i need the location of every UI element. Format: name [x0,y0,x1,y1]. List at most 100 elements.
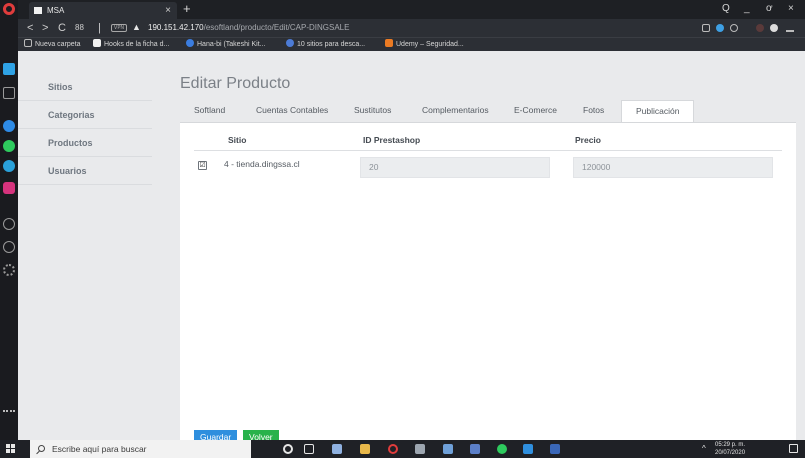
tab-publicacion[interactable]: Publicación [621,100,695,122]
close-window-button[interactable]: × [788,0,794,18]
home-icon[interactable] [3,87,15,99]
site-name: 4 - tienda.dingssa.cl [224,159,300,169]
bookmark-label: 10 sitios para desca... [297,41,366,48]
price-field[interactable]: 120000 [573,157,773,178]
clock-time: 05:29 p. m. [715,442,746,448]
search-placeholder: Escribe aquí para buscar [52,444,147,454]
back-button[interactable]: < [27,19,33,37]
speed-dial-button[interactable]: 88 [75,19,84,37]
bookmark-hooks[interactable]: Hooks de la ficha d... [93,38,169,51]
messenger-icon[interactable] [3,120,15,132]
reload-button[interactable]: C [58,19,66,37]
windows-start-icon[interactable] [6,444,16,454]
udemy-icon [385,39,393,47]
tab-title: MSA [47,6,65,15]
instagram-icon[interactable] [3,182,15,194]
sidebar-item-categorias[interactable]: Categorias [18,101,152,129]
tab-close-icon[interactable]: × [165,2,171,19]
windows-taskbar: Escribe aquí para buscar ^ 05:29 p. m. 2… [0,440,805,458]
nav-separator: | [98,22,101,34]
bookmark-v-icon [93,39,101,47]
site-checkbox[interactable]: ☑ [198,161,207,170]
bookmark-10-sitios[interactable]: 10 sitios para desca... [286,38,365,51]
publication-panel: Sitio ID Prestashop Precio ☑ 4 - tienda.… [180,122,796,444]
network-app-icon[interactable] [443,444,453,454]
app-icon[interactable] [415,444,425,454]
search-tabs-icon[interactable]: Q [722,0,730,18]
taskbar-search-input[interactable]: Escribe aquí para buscar [30,440,251,458]
folder-icon [24,39,32,47]
bookmarks-bar: Nueva carpeta Hooks de la ficha d... Han… [18,37,805,51]
url-path: /esoftland/producto/Edit/CAP-DINGSALE [203,23,350,32]
telegram-icon[interactable] [3,160,15,172]
extension-icon[interactable] [756,24,764,32]
task-view-icon[interactable] [304,444,314,454]
notifications-icon[interactable] [789,444,798,453]
new-tab-button[interactable]: + [183,0,191,18]
product-tabs: Softland Cuentas Contables Sustitutos Co… [180,100,724,122]
shield-icon[interactable] [716,24,724,32]
security-warning-icon[interactable]: ▲ [132,22,141,32]
column-header-sitio: Sitio [228,135,247,145]
column-header-id-prestashop: ID Prestashop [363,135,421,145]
opera-taskbar-icon[interactable] [388,444,398,454]
bookmark-udemy[interactable]: Udemy – Seguridad... [385,38,464,51]
bookmark-label: Hooks de la ficha d... [104,41,170,48]
more-icon[interactable] [3,410,15,414]
taskbar-clock[interactable]: 05:29 p. m. 20/07/2020 [715,441,745,457]
snapshot-icon[interactable] [702,24,710,32]
url-input[interactable]: 190.151.42.170/esoftland/producto/Edit/C… [148,19,349,37]
tab-favicon-icon [34,7,42,14]
header-divider [194,150,782,151]
history-icon[interactable] [3,241,15,253]
wallet-icon[interactable] [770,24,778,32]
clock-date: 20/07/2020 [715,450,746,456]
whatsapp-icon[interactable] [3,140,15,152]
speed-dial-icon[interactable] [3,63,15,75]
heart-outline-icon[interactable] [730,24,738,32]
hana-bi-icon [186,39,194,47]
opera-sidebar [0,0,18,440]
browser-titlebar: MSA × + Q _ ơ × [18,0,805,19]
bookmark-label: Nueva carpeta [35,41,81,48]
bookmark-label: Udemy – Seguridad... [396,41,464,48]
maximize-button[interactable]: ơ [766,0,773,18]
gamepad-icon [286,39,294,47]
sidebar-item-usuarios[interactable]: Usuarios [18,157,152,185]
teams-icon[interactable] [470,444,480,454]
tab-cuentas-contables[interactable]: Cuentas Contables [256,100,328,122]
tab-e-comerce[interactable]: E-Comerce [514,100,557,122]
search-icon [38,445,45,452]
heart-icon[interactable] [3,218,15,230]
tray-caret-icon[interactable]: ^ [702,444,706,453]
tab-sustitutos[interactable]: Sustitutos [354,100,391,122]
opera-logo-icon[interactable] [3,3,15,15]
settings-icon[interactable] [3,264,15,276]
paint-icon[interactable] [332,444,342,454]
vpn-badge[interactable]: VPN [111,24,127,32]
tab-fotos[interactable]: Fotos [583,100,604,122]
minimize-button[interactable]: _ [744,0,750,18]
outlook-icon[interactable] [523,444,533,454]
prestashop-id-field[interactable]: 20 [360,157,550,178]
bookmark-hana-bi[interactable]: Hana-bi (Takeshi Kit... [186,38,265,51]
file-explorer-icon[interactable] [360,444,370,454]
tab-complementarios[interactable]: Complementarios [422,100,489,122]
sidebar-item-sitios[interactable]: Sitios [18,73,152,101]
word-icon[interactable] [550,444,560,454]
page-title: Editar Producto [180,75,291,92]
address-bar: < > C 88 | VPN ▲ 190.151.42.170/esoftlan… [18,19,805,37]
page-content: Sitios Categorias Productos Usuarios Edi… [18,51,805,444]
sidebar-item-productos[interactable]: Productos [18,129,152,157]
column-header-precio: Precio [575,135,601,145]
browser-tab[interactable]: MSA × [29,2,177,19]
spotify-icon[interactable] [497,444,507,454]
download-icon[interactable] [786,24,794,32]
url-host: 190.151.42.170 [148,23,204,32]
bookmark-label: Hana-bi (Takeshi Kit... [197,41,266,48]
tab-softland[interactable]: Softland [194,100,225,122]
app-sidebar: Sitios Categorias Productos Usuarios [18,73,152,185]
forward-button[interactable]: > [42,19,48,37]
cortana-icon[interactable] [283,444,293,454]
bookmark-nueva-carpeta[interactable]: Nueva carpeta [24,38,81,51]
